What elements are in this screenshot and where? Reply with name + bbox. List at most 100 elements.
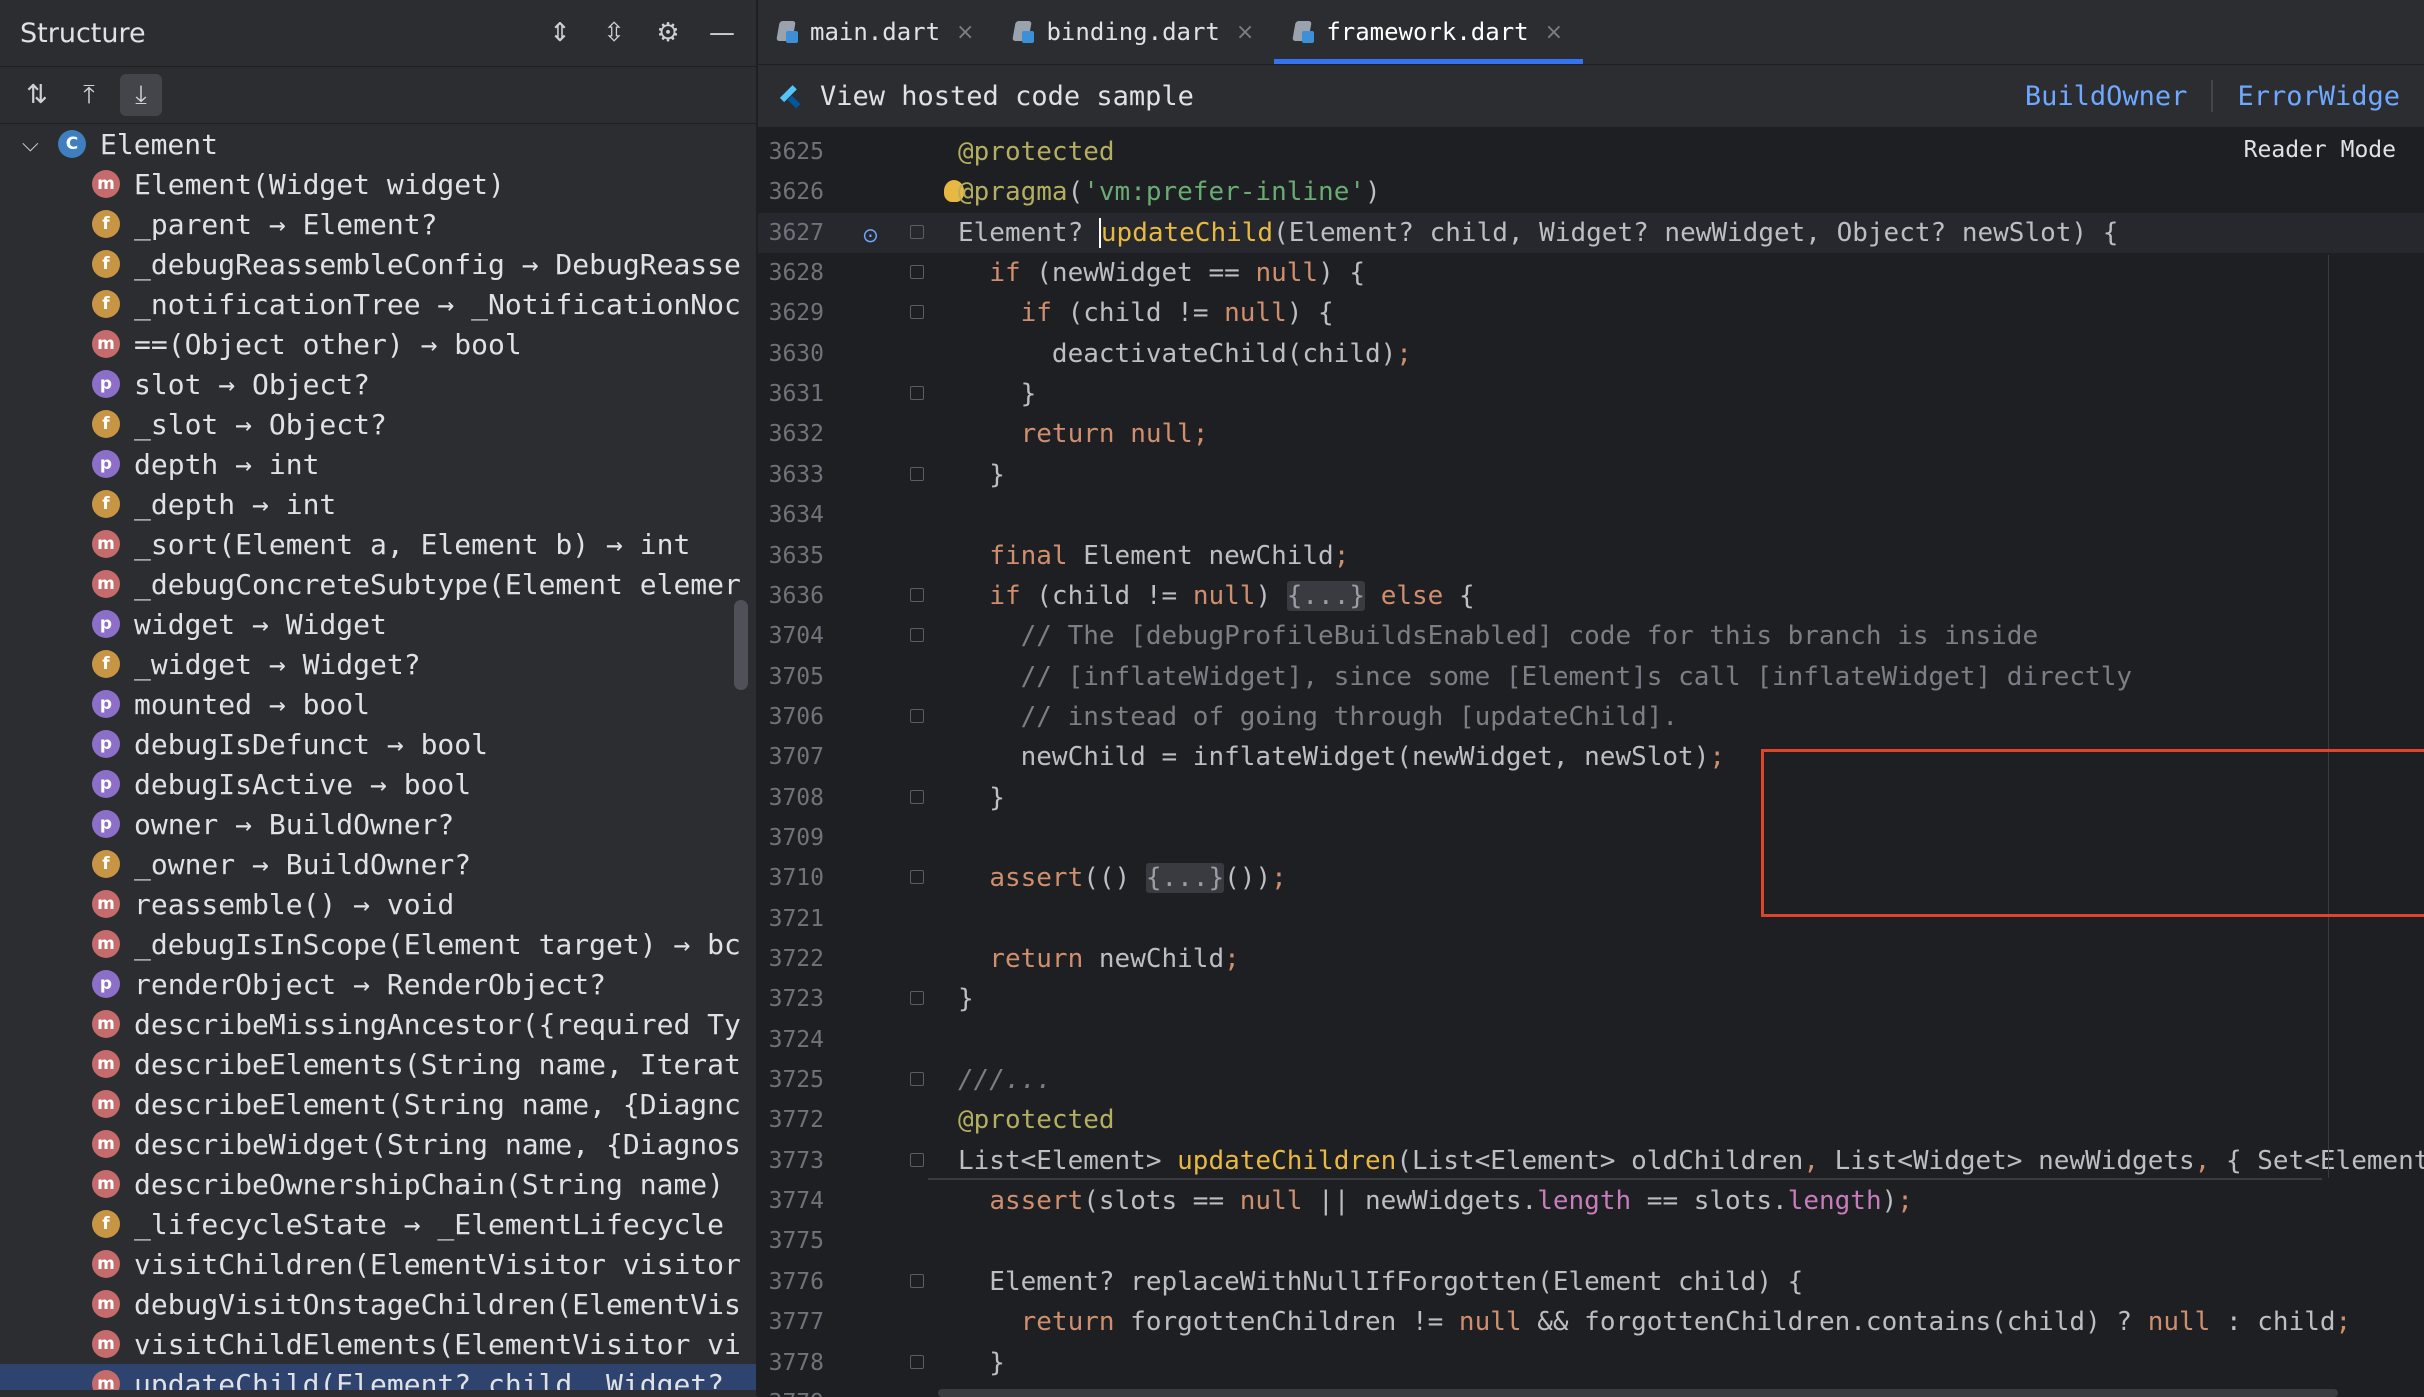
code-line[interactable]: 3772 @protected <box>758 1100 2424 1140</box>
code-line[interactable]: 3704 // The [debugProfileBuildsEnabled] … <box>758 616 2424 656</box>
fold-marker-icon[interactable] <box>910 991 924 1006</box>
tree-item[interactable]: p mounted → bool <box>0 684 756 724</box>
code-line[interactable]: 3633 } <box>758 455 2424 495</box>
editor-tab[interactable]: binding.dart × <box>994 0 1274 64</box>
fold-marker-icon[interactable] <box>910 1072 924 1087</box>
tree-item[interactable]: p debugIsActive → bool <box>0 764 756 804</box>
tree-item[interactable]: m reassemble() → void <box>0 884 756 924</box>
tree-item[interactable]: m Element(Widget widget) <box>0 164 756 204</box>
overrides-icon[interactable]: ⊙ <box>862 223 879 247</box>
tree-item[interactable]: m _sort(Element a, Element b) → int <box>0 524 756 564</box>
tree-item[interactable]: m describeWidget(String name, {Diagnos <box>0 1124 756 1164</box>
code-line[interactable]: 3775 <box>758 1221 2424 1261</box>
tree-item[interactable]: m describeMissingAncestor({required Ty <box>0 1004 756 1044</box>
tree-item[interactable]: p widget → Widget <box>0 604 756 644</box>
tree-item[interactable]: p owner → BuildOwner? <box>0 804 756 844</box>
tree-item[interactable]: p depth → int <box>0 444 756 484</box>
fold-marker-icon[interactable] <box>910 224 924 239</box>
code-line[interactable]: 3629 if (child != null) { <box>758 293 2424 333</box>
close-icon[interactable]: × <box>1545 20 1563 45</box>
reader-mode-toggle[interactable]: Reader Mode <box>2244 137 2396 163</box>
tree-root-element[interactable]: ⌵ C Element <box>0 124 756 164</box>
tree-item[interactable]: p renderObject → RenderObject? <box>0 964 756 1004</box>
tree-item[interactable]: m ==(Object other) → bool <box>0 324 756 364</box>
view-hosted-code-sample-link[interactable]: View hosted code sample <box>820 81 1194 112</box>
tree-item[interactable]: f _parent → Element? <box>0 204 756 244</box>
tree-item[interactable]: m debugVisitOnstageChildren(ElementVis <box>0 1284 756 1324</box>
fold-marker-icon[interactable] <box>910 1273 924 1288</box>
fold-marker-icon[interactable] <box>910 587 924 602</box>
fold-marker-icon[interactable] <box>910 466 924 481</box>
fold-marker-icon[interactable] <box>910 789 924 804</box>
tree-item[interactable]: p slot → Object? <box>0 364 756 404</box>
code-line[interactable]: 3706 // instead of going through [update… <box>758 697 2424 737</box>
code-line[interactable]: 3773 List<Element> updateChildren(List<El… <box>758 1141 2424 1181</box>
minimize-icon[interactable]: — <box>706 17 738 49</box>
chevron-down-icon[interactable]: ⌵ <box>22 132 58 157</box>
tree-item[interactable]: f _owner → BuildOwner? <box>0 844 756 884</box>
tree-item[interactable]: p debugIsDefunct → bool <box>0 724 756 764</box>
tree-item[interactable]: m describeOwnershipChain(String name) <box>0 1164 756 1204</box>
gear-icon[interactable]: ⚙ <box>652 17 684 49</box>
tree-item[interactable]: f _debugReassembleConfig → DebugReasse <box>0 244 756 284</box>
code-line[interactable]: 3635 final Element newChild; <box>758 536 2424 576</box>
editor-tab[interactable]: main.dart × <box>758 0 994 64</box>
code-line[interactable]: 3636 if (child != null) {...} else { <box>758 576 2424 616</box>
fold-marker-icon[interactable] <box>910 1152 924 1167</box>
tree-item[interactable]: m _debugConcreteSubtype(Element elemer <box>0 564 756 604</box>
field-icon: f <box>92 290 120 318</box>
code-line[interactable]: 3722 return newChild; <box>758 939 2424 979</box>
code-line[interactable]: 3724 <box>758 1020 2424 1060</box>
code-line[interactable]: 3626 @pragma('vm:prefer-inline') <box>758 172 2424 212</box>
code-line[interactable]: 3778 } <box>758 1343 2424 1383</box>
close-icon[interactable]: × <box>1236 20 1254 45</box>
tree-item[interactable]: m describeElement(String name, {Diagnc <box>0 1084 756 1124</box>
structure-scrollbar[interactable] <box>734 600 748 690</box>
close-icon[interactable]: × <box>956 20 974 45</box>
tree-item[interactable]: f _lifecycleState → _ElementLifecycle <box>0 1204 756 1244</box>
code-line[interactable]: 3632 return null; <box>758 414 2424 454</box>
collapse-all-icon[interactable]: ⇳ <box>598 17 630 49</box>
tree-item[interactable]: m visitChildren(ElementVisitor visitor <box>0 1244 756 1284</box>
fold-marker-icon[interactable] <box>910 305 924 320</box>
code-line[interactable]: 3776 Element? replaceWithNullIfForgotten… <box>758 1262 2424 1302</box>
code-line[interactable]: 3725 ///... <box>758 1060 2424 1100</box>
code-line[interactable]: 3630 deactivateChild(child); <box>758 334 2424 374</box>
fold-marker-icon[interactable] <box>910 1354 924 1369</box>
code-line[interactable]: 3774 assert(slots == null || newWidgets.… <box>758 1181 2424 1221</box>
sort-alpha-icon[interactable]: ⇅ <box>16 74 58 116</box>
code-line[interactable]: 3723} <box>758 979 2424 1019</box>
code-line[interactable]: 3627 ⊙ Element? updateChild(Element? child… <box>758 212 2424 253</box>
line-number: 3635 <box>768 542 824 569</box>
method-icon: m <box>92 1130 120 1158</box>
crumb-errorwidget[interactable]: ErrorWidge <box>2213 81 2424 112</box>
fold-marker-icon[interactable] <box>910 870 924 885</box>
code-line[interactable]: 3777 return forgottenChildren != null &&… <box>758 1302 2424 1342</box>
fold-marker-icon[interactable] <box>910 628 924 643</box>
tree-item[interactable]: f _slot → Object? <box>0 404 756 444</box>
tree-item[interactable]: f _notificationTree → _NotificationNoc <box>0 284 756 324</box>
code-line[interactable]: 3628 if (newWidget == null) { <box>758 253 2424 293</box>
tree-item-label: describeElement(String name, {Diagnc <box>134 1087 741 1121</box>
code-line[interactable]: 3631 } <box>758 374 2424 414</box>
tree-item[interactable]: f _depth → int <box>0 484 756 524</box>
code-area[interactable]: 37793778 }3777 return forgottenChildren … <box>758 127 2424 1397</box>
code-line[interactable]: 3625 @protected <box>758 132 2424 172</box>
code-line[interactable]: 3705 // [inflateWidget], since some [Ele… <box>758 657 2424 697</box>
code-line[interactable]: 3634 <box>758 495 2424 535</box>
fold-marker-icon[interactable] <box>910 265 924 280</box>
field-icon: f <box>92 250 120 278</box>
expand-all-icon[interactable]: ⇕ <box>544 17 576 49</box>
editor-tab[interactable]: framework.dart × <box>1274 0 1583 64</box>
tree-item[interactable]: m _debugIsInScope(Element target) → bc <box>0 924 756 964</box>
fold-marker-icon[interactable] <box>910 386 924 401</box>
tree-item[interactable]: m updateChild(Element? child, Widget? <box>0 1364 756 1390</box>
navigate-from-source-icon[interactable]: ⤒ <box>68 74 110 116</box>
navigate-to-source-icon[interactable]: ⤓ <box>120 74 162 116</box>
method-icon: m <box>92 890 120 918</box>
fold-marker-icon[interactable] <box>910 708 924 723</box>
tree-item[interactable]: m visitChildElements(ElementVisitor vi <box>0 1324 756 1364</box>
tree-item[interactable]: m describeElements(String name, Iterat <box>0 1044 756 1084</box>
tree-item[interactable]: f _widget → Widget? <box>0 644 756 684</box>
crumb-buildowner[interactable]: BuildOwner <box>2001 81 2212 112</box>
